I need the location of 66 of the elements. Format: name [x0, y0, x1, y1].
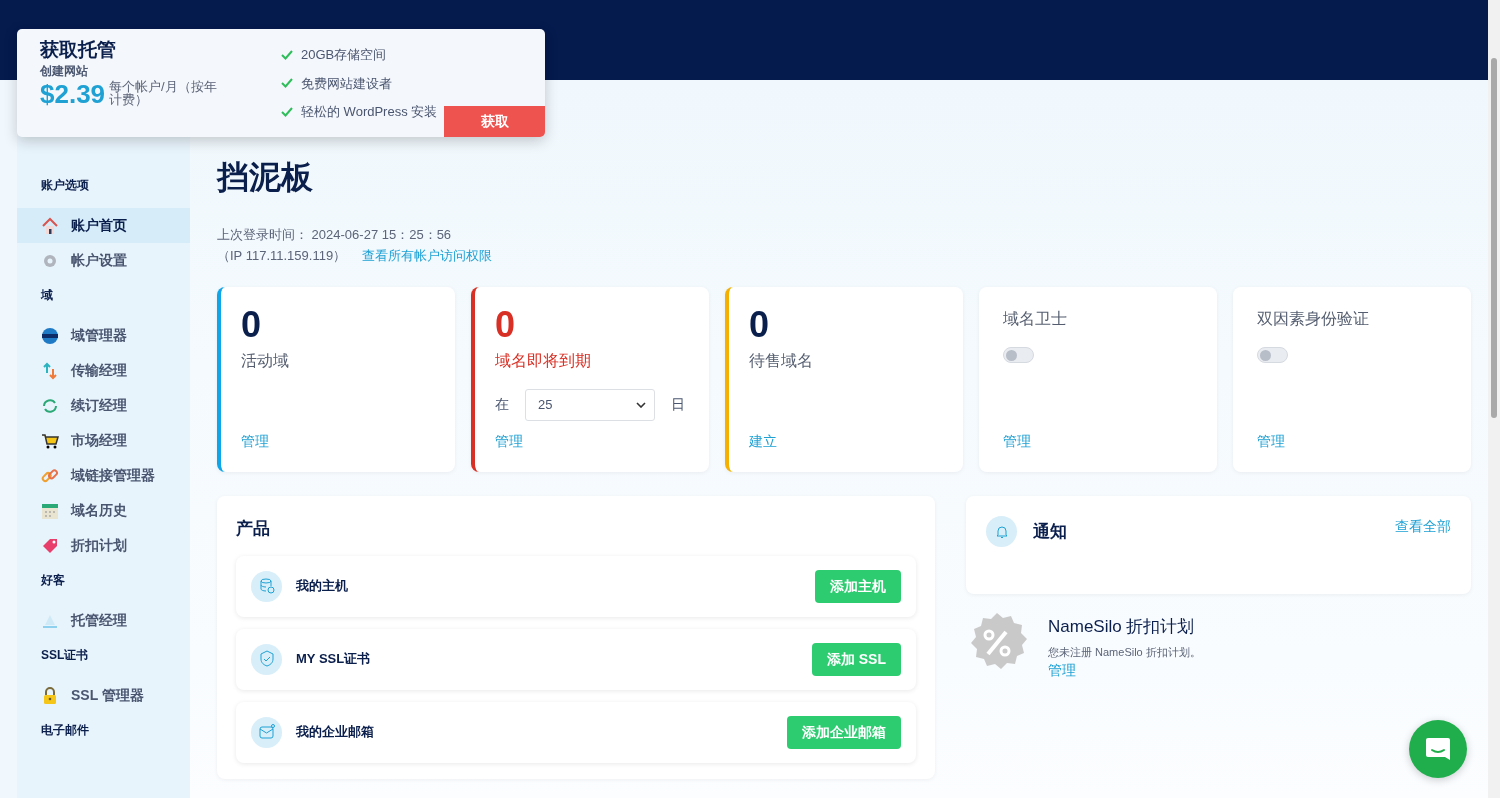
stat-label: 域名卫士 [1003, 309, 1068, 329]
sidebar-heading: SSL证书 [40, 647, 90, 664]
stat-label: 域名即将到期 [495, 350, 592, 371]
check-icon [281, 49, 293, 60]
sidebar-heading: 域 [39, 287, 54, 304]
product-name: 我的主机 [296, 577, 348, 596]
discount-title: NameSilo 折扣计划 [1048, 616, 1196, 638]
chain-link-icon [41, 466, 59, 485]
sidebar-item[interactable]: 域链接管理器 [17, 458, 190, 493]
refresh-icon [41, 396, 59, 415]
ip-text: （IP 117.11.159.119） [217, 247, 347, 265]
sidebar-item[interactable]: 账户首页 [17, 208, 190, 243]
sidebar-heading: 账户选项 [40, 177, 90, 194]
database-icon [257, 577, 276, 595]
check-icon [281, 106, 293, 117]
sidebar-heading: 电子邮件 [40, 722, 90, 739]
toggle-switch[interactable] [1003, 347, 1034, 363]
sidebar-item[interactable]: 帐户设置 [17, 243, 190, 278]
bell-icon [994, 524, 1009, 539]
products-title: 产品 [236, 518, 271, 540]
globe-icon [41, 326, 59, 345]
sidebar-item[interactable]: SSL 管理器 [17, 678, 190, 713]
calendar-icon [41, 501, 59, 520]
select-suffix: 日 [671, 395, 685, 415]
toggle-switch[interactable] [1257, 347, 1288, 363]
sidebar-item[interactable]: 传输经理 [17, 353, 190, 388]
envelope-icon [257, 723, 276, 741]
sidebar-item[interactable]: 市场经理 [17, 423, 190, 458]
scrollbar[interactable] [1488, 0, 1500, 798]
page-title: 挡泥板 [217, 158, 314, 196]
count-number: 0 [241, 305, 263, 345]
house-icon [41, 216, 59, 235]
sidebar-item[interactable]: 域管理器 [17, 318, 190, 353]
stat-label: 待售域名 [749, 350, 814, 371]
select-prefix: 在 [495, 395, 509, 415]
tag-icon [41, 536, 59, 555]
sidebar-item[interactable]: 续订经理 [17, 388, 190, 423]
discount-text: 您未注册 NameSilo 折扣计划。 [1048, 644, 1201, 660]
chevron-down-icon [636, 401, 646, 408]
count-number: 0 [749, 305, 771, 345]
feature-text: 免费网站建设者 [301, 74, 392, 93]
stat-label: 活动域 [241, 350, 290, 371]
feature-text: 轻松的 WordPress 安装 [301, 103, 438, 121]
days-select[interactable]: 25 [525, 388, 655, 421]
padlock-icon [41, 686, 59, 705]
last-login-text: 上次登录时间： 2024-06-27 15：25：56 [217, 226, 453, 244]
product-name: MY SSL证书 [296, 650, 371, 669]
promo-title: 获取托管 [40, 39, 117, 62]
notifications-title: 通知 [1033, 521, 1067, 543]
check-icon [281, 78, 293, 89]
sidebar-item[interactable]: 折扣计划 [17, 528, 190, 563]
product-name: 我的企业邮箱 [296, 723, 374, 742]
price: $2.39 [40, 79, 106, 109]
cart-icon [41, 431, 59, 450]
sidebar-heading: 好客 [40, 572, 66, 589]
get-button[interactable]: 获取 [444, 106, 545, 137]
stat-label: 双因素身份验证 [1257, 309, 1370, 329]
chat-bubble-icon [1424, 735, 1452, 763]
count-number: 0 [495, 305, 517, 345]
promo-subtitle: 创建网站 [40, 62, 89, 80]
sidebar-item[interactable]: 托管经理 [17, 603, 190, 638]
sidebar-item[interactable]: 域名历史 [17, 493, 190, 528]
feature-text: 20GB存储空间 [301, 46, 387, 64]
price-note: 每个帐户/月（按年计费） [109, 80, 218, 107]
shield-check-icon [257, 650, 276, 668]
arrows-icon [41, 361, 59, 380]
